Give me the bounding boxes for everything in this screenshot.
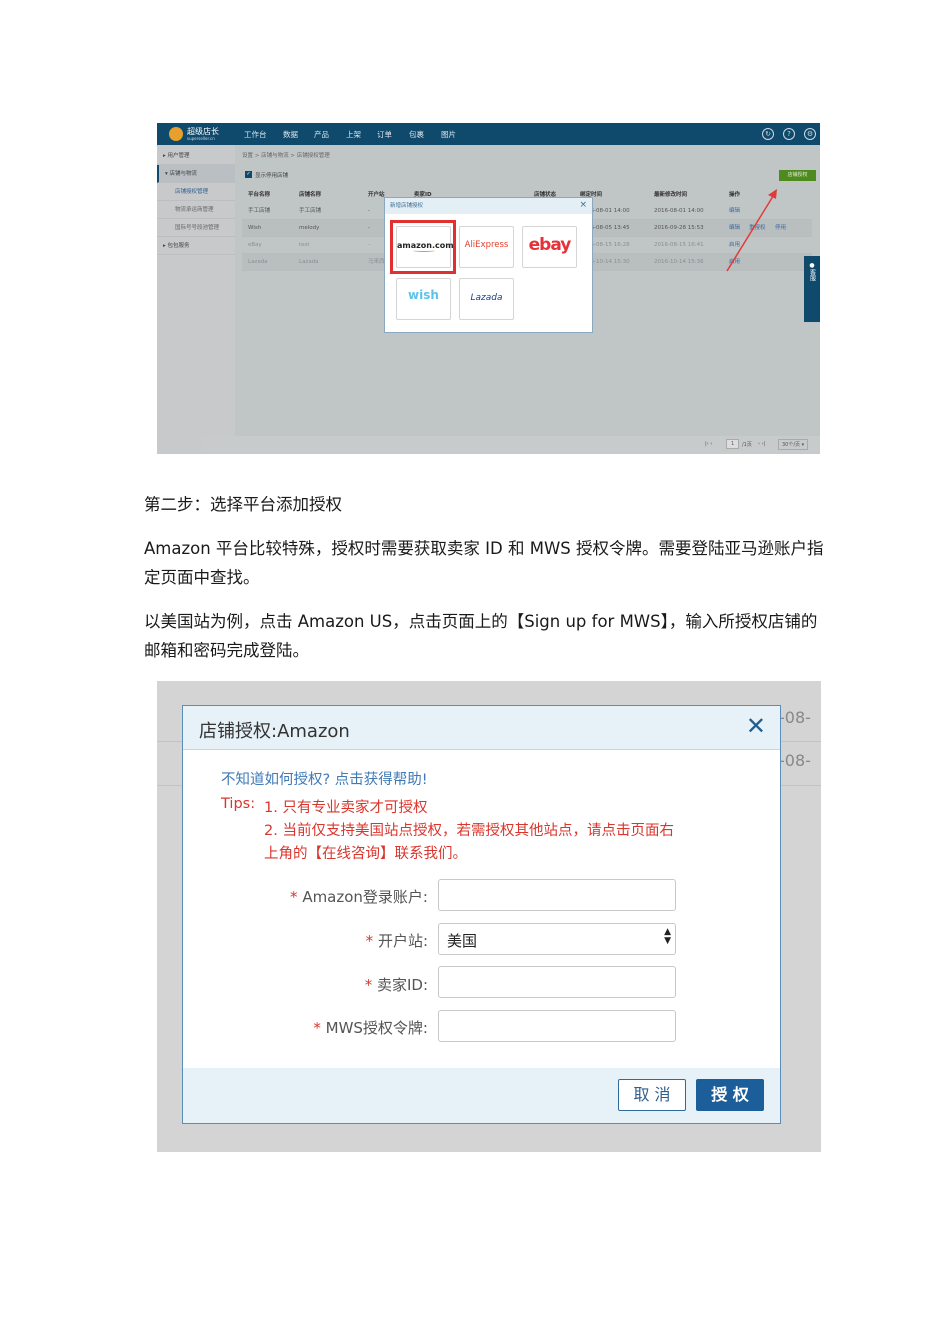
mws-token-label: * MWS授权令牌: — [313, 1019, 428, 1037]
tip-1: 1. 只有专业卖家才可授权 — [264, 800, 428, 816]
mws-token-input[interactable] — [438, 1010, 676, 1042]
paragraph-1: Amazon 平台比较特殊，授权时需要获取卖家 ID 和 MWS 授权令牌。需要… — [144, 539, 824, 587]
cancel-button[interactable]: 取 消 — [618, 1079, 686, 1111]
amazon-auth-dialog: 店铺授权:Amazon ✕ 不知道如何授权? 点击获得帮助! Tips: 1. … — [182, 705, 781, 1124]
close-icon[interactable]: ✕ — [746, 712, 766, 740]
dialog-title: 店铺授权:Amazon — [199, 721, 350, 742]
dialog-footer: 取 消 授 权 — [183, 1068, 780, 1123]
authorize-button[interactable]: 授 权 — [696, 1079, 764, 1111]
tip-2: 2. 当前仅支持美国站点授权，若需授权其他站点，请点击页面右 — [264, 823, 674, 839]
site-label: * 开户站: — [365, 932, 428, 950]
background-date: -08- — [779, 751, 811, 770]
help-link[interactable]: 不知道如何授权? 点击获得帮助! — [221, 768, 428, 789]
seller-id-label: * 卖家ID: — [364, 976, 428, 994]
account-label: * Amazon登录账户: — [290, 888, 428, 906]
dialog-header: 店铺授权:Amazon ✕ — [183, 706, 780, 750]
tips-label: Tips: — [221, 796, 256, 812]
seller-id-input[interactable] — [438, 966, 676, 998]
store-management-screenshot: 超级店长 superseller.cn 工作台 数据 产品 上架 订单 包裹 图… — [157, 123, 820, 454]
select-arrows-icon: ▲ ▼ — [664, 927, 671, 946]
tip-2-cont: 上角的【在线咨询】联系我们。 — [264, 846, 467, 862]
step-heading: 第二步：选择平台添加授权 — [144, 495, 342, 514]
amazon-auth-screenshot: -08- -08- 店铺授权:Amazon ✕ 不知道如何授权? 点击获得帮助!… — [157, 681, 821, 1152]
red-arrow — [726, 189, 777, 272]
amazon-account-input[interactable] — [438, 879, 676, 911]
paragraph-2: 以美国站为例，点击 Amazon US，点击页面上的【Sign up for M… — [144, 612, 818, 660]
background-date: -08- — [779, 708, 811, 727]
site-select[interactable]: 美国 ▲ ▼ — [438, 923, 676, 955]
